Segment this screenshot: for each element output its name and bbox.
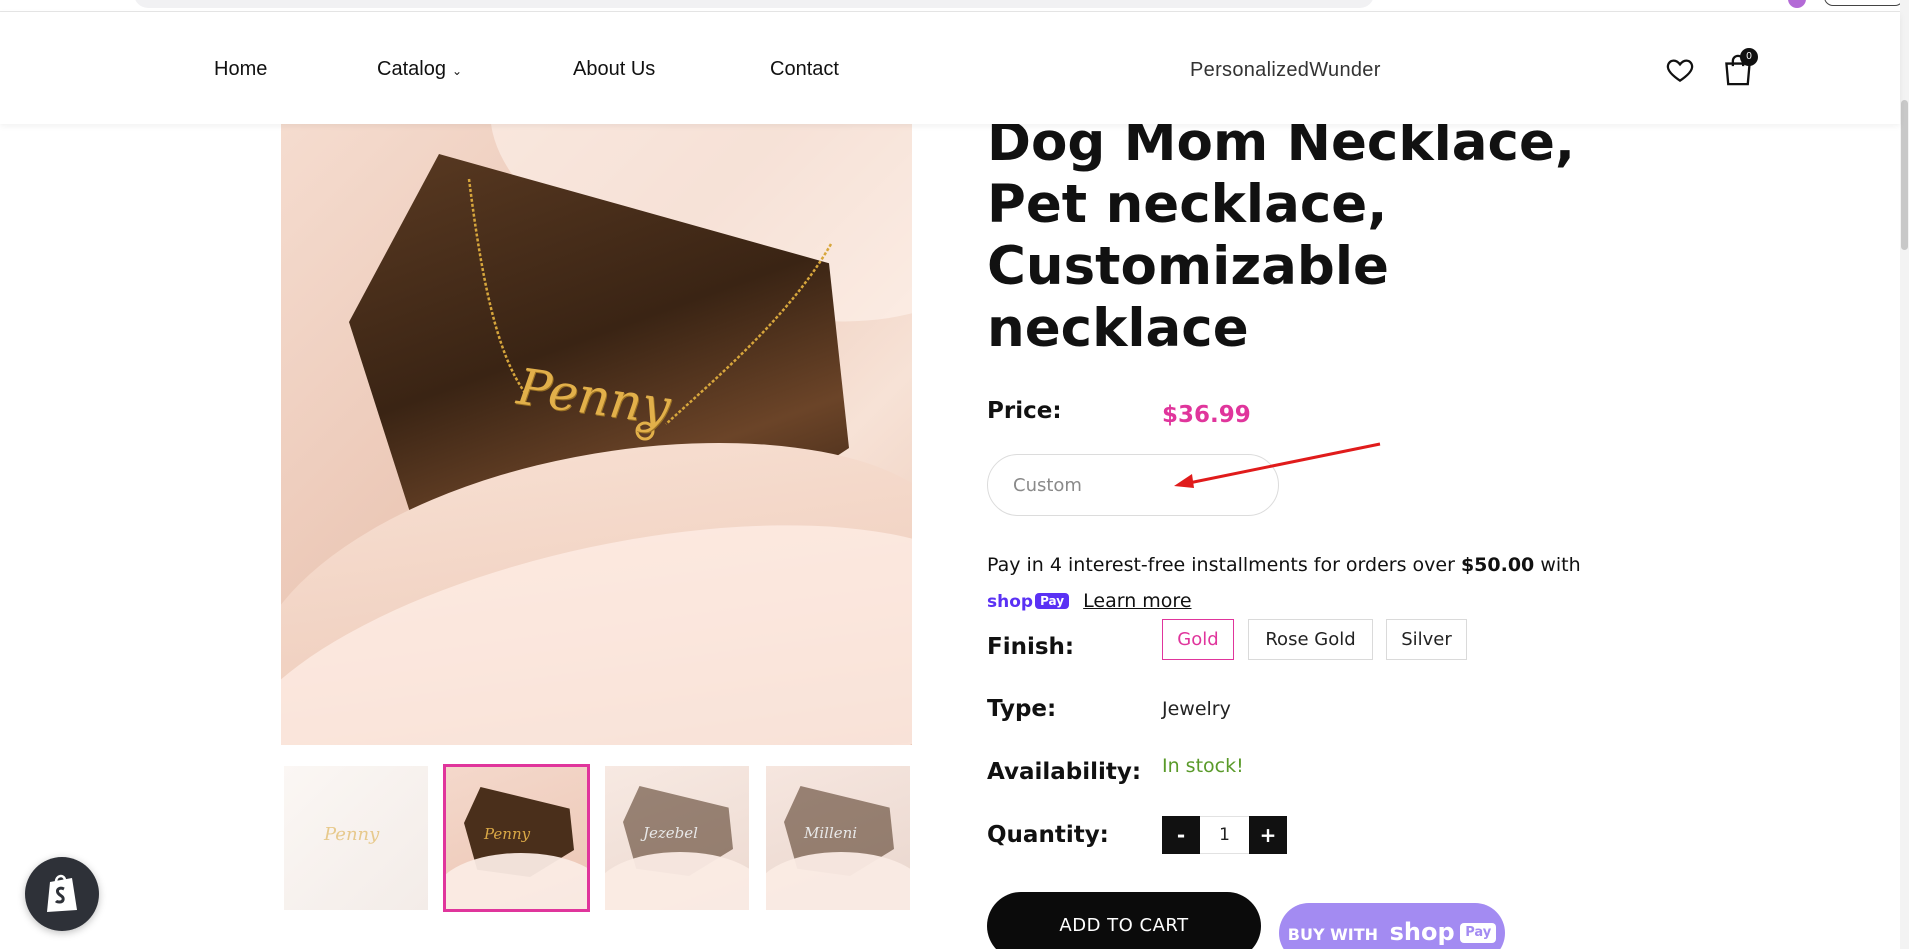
quantity-label: Quantity: — [987, 822, 1109, 848]
scrollbar-thumb[interactable] — [1901, 100, 1908, 250]
shop-pay-logo: shop Pay — [987, 592, 1070, 612]
product-title: Dog Mom Necklace, Pet necklace, Customiz… — [987, 112, 1576, 359]
learn-more-link[interactable]: Learn more — [1083, 590, 1191, 612]
product-thumbnail-1[interactable]: Penny — [284, 766, 428, 910]
installments-text-after: with — [1540, 554, 1581, 576]
quantity-decrease-button[interactable]: - — [1162, 816, 1200, 854]
profile-avatar[interactable] — [1788, 0, 1806, 8]
address-bar[interactable] — [134, 0, 1374, 8]
nav-catalog[interactable]: Catalog ⌄ — [377, 58, 462, 81]
nav-about-us[interactable]: About Us — [573, 58, 655, 81]
shopify-logo-icon — [47, 874, 77, 912]
nav-catalog-label: Catalog — [377, 58, 446, 80]
silk-fabric — [446, 853, 587, 909]
price-label: Price: — [987, 398, 1062, 424]
availability-label: Availability: — [987, 759, 1142, 785]
browser-button[interactable] — [1824, 0, 1904, 6]
product-main-image[interactable]: Penny — [281, 124, 912, 745]
cart-count-badge: 0 — [1740, 48, 1758, 66]
store-brand[interactable]: PersonalizedWunder — [1190, 59, 1381, 82]
finish-label: Finish: — [987, 634, 1075, 660]
shopify-bag-icon[interactable] — [25, 857, 99, 931]
finish-option-silver[interactable]: Silver — [1386, 619, 1467, 660]
chevron-down-icon: ⌄ — [451, 64, 462, 78]
pay-logo-text: Pay — [1035, 593, 1070, 609]
site-header: Home Catalog ⌄ About Us Contact Personali… — [0, 12, 1900, 124]
finish-option-rose-gold[interactable]: Rose Gold — [1248, 619, 1373, 660]
heart-icon[interactable] — [1665, 55, 1695, 85]
shop-pay-row: shop Pay Learn more — [987, 590, 1192, 612]
red-arrow-annotation — [1174, 442, 1381, 488]
page-scrollbar[interactable] — [1900, 0, 1909, 949]
nav-contact[interactable]: Contact — [770, 58, 839, 81]
product-thumbnail-4[interactable]: Milleni — [766, 766, 910, 910]
type-label: Type: — [987, 696, 1057, 722]
thumbnail-name-text: Penny — [484, 825, 531, 843]
add-to-cart-button[interactable]: ADD TO CART — [987, 892, 1261, 949]
product-thumbnail-2-selected[interactable]: Penny — [443, 764, 590, 912]
availability-value: In stock! — [1162, 755, 1244, 777]
silk-fabric — [605, 852, 749, 910]
installments-text: Pay in 4 interest-free installments for … — [987, 554, 1581, 576]
buy-with-label: BUY WITH — [1287, 924, 1378, 944]
shop-logo-text: shop — [987, 592, 1034, 612]
type-value: Jewelry — [1162, 698, 1231, 720]
finish-option-gold[interactable]: Gold — [1162, 619, 1234, 660]
buy-with-shop-pay-button[interactable]: BUY WITH shop Pay — [1279, 903, 1505, 949]
thumbnail-name-text: Milleni — [804, 824, 858, 842]
browser-top-strip — [0, 0, 1909, 12]
nav-home[interactable]: Home — [214, 58, 267, 81]
product-thumbnail-3[interactable]: Jezebel — [605, 766, 749, 910]
thumbnail-name-text: Jezebel — [643, 824, 698, 842]
quantity-input[interactable] — [1200, 816, 1249, 854]
quantity-increase-button[interactable]: + — [1249, 816, 1287, 854]
shop-logo-text: shop — [1389, 917, 1455, 946]
silk-fabric — [766, 852, 910, 910]
product-price: $36.99 — [1162, 402, 1251, 428]
pay-logo-text: Pay — [1460, 922, 1497, 943]
installments-amount: $50.00 — [1460, 554, 1535, 576]
thumbnail-name-text: Penny — [324, 824, 380, 845]
installments-text-before: Pay in 4 interest-free installments for … — [987, 554, 1455, 576]
